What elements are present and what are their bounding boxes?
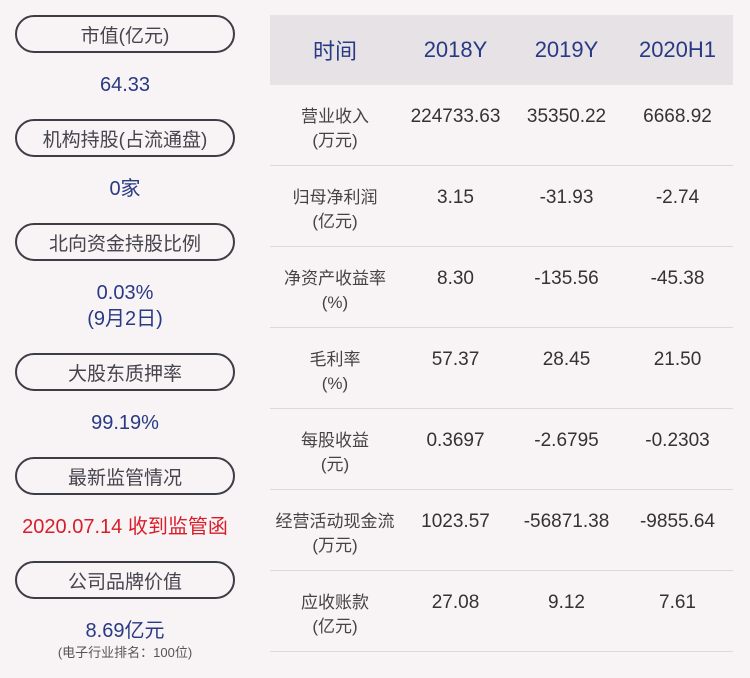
table-row: 营业收入 (万元) 224733.63 35350.22 6668.92 <box>270 85 733 166</box>
cell-2018y: 0.3697 <box>426 430 485 451</box>
market-cap-value: 64.33 <box>99 74 151 96</box>
northbound-ratio-value: 0.03% <box>96 282 154 304</box>
cell-2018y: 1023.57 <box>421 511 490 532</box>
row-label: 归母净利润 (亿元) <box>292 188 378 231</box>
cell-2020h1: -9855.64 <box>639 511 715 532</box>
cell-2019y: -2.6795 <box>534 430 599 451</box>
row-label: 每股收益 (元) <box>301 431 369 474</box>
cell-2018y: 57.37 <box>431 349 480 370</box>
header-2019y: 2019Y <box>534 37 599 62</box>
table-row: 毛利率 (%) 57.37 28.45 21.50 <box>270 328 733 409</box>
header-2020h1: 2020H1 <box>638 37 717 62</box>
cell-2019y: 9.12 <box>548 592 585 613</box>
cell-2020h1: 7.61 <box>659 592 696 613</box>
row-label: 毛利率 (%) <box>309 350 361 393</box>
cell-2019y: -31.93 <box>539 187 594 208</box>
cell-2020h1: 21.50 <box>653 349 702 370</box>
northbound-ratio-label: 北向资金持股比例 <box>15 223 235 261</box>
cell-2020h1: -2.74 <box>655 187 700 208</box>
brand-value-value: 8.69亿元 <box>85 620 165 642</box>
cell-2018y: 3.15 <box>437 187 474 208</box>
cell-2019y: 28.45 <box>542 349 591 370</box>
regulatory-status-label: 最新监管情况 <box>15 457 235 495</box>
pledge-ratio-value: 99.19% <box>91 412 159 434</box>
institutional-holding-value: 0家 <box>109 178 141 200</box>
row-label: 应收账款 (亿元) <box>301 593 369 636</box>
summary-panel: 市值(亿元) 64.33 机构持股(占流通盘) 0家 北向资金持股比例 0.03… <box>0 0 250 678</box>
header-period: 时间 <box>312 39 357 64</box>
cell-2019y: -135.56 <box>534 268 599 289</box>
regulatory-status-value: 2020.07.14 收到监管函 <box>22 516 228 538</box>
northbound-ratio-date: (9月2日) <box>87 308 163 330</box>
brand-value-rank-note: (电子行业排名：100位) <box>57 645 193 660</box>
cell-2018y: 27.08 <box>431 592 480 613</box>
cell-2020h1: -0.2303 <box>645 430 710 451</box>
table-row: 净资产收益率 (%) 8.30 -135.56 -45.38 <box>270 247 733 328</box>
cell-2019y: 35350.22 <box>526 106 607 127</box>
table-row: 归母净利润 (亿元) 3.15 -31.93 -2.74 <box>270 166 733 247</box>
brand-value-label: 公司品牌价值 <box>15 561 235 599</box>
cell-2018y: 8.30 <box>437 268 474 289</box>
table-row: 每股收益 (元) 0.3697 -2.6795 -0.2303 <box>270 409 733 490</box>
cell-2020h1: -45.38 <box>650 268 705 289</box>
row-label: 净资产收益率 (%) <box>284 269 386 312</box>
institutional-holding-label: 机构持股(占流通盘) <box>15 119 235 157</box>
pledge-ratio-label: 大股东质押率 <box>15 353 235 391</box>
table-row: 应收账款 (亿元) 27.08 9.12 7.61 <box>270 571 733 652</box>
header-2018y: 2018Y <box>423 37 488 62</box>
row-label: 营业收入 (万元) <box>301 107 369 150</box>
cell-2020h1: 6668.92 <box>643 106 712 127</box>
cell-2018y: 224733.63 <box>410 106 501 127</box>
cell-2019y: -56871.38 <box>523 511 610 532</box>
row-label: 经营活动现金流 (万元) <box>275 512 395 555</box>
market-cap-label: 市值(亿元) <box>15 15 235 53</box>
table-header: 时间 2018Y 2019Y 2020H1 <box>270 15 733 85</box>
financial-table: 时间 2018Y 2019Y 2020H1 营业收入 (万元) 224733.63… <box>270 15 733 652</box>
table-row: 经营活动现金流 (万元) 1023.57 -56871.38 -9855.64 <box>270 490 733 571</box>
